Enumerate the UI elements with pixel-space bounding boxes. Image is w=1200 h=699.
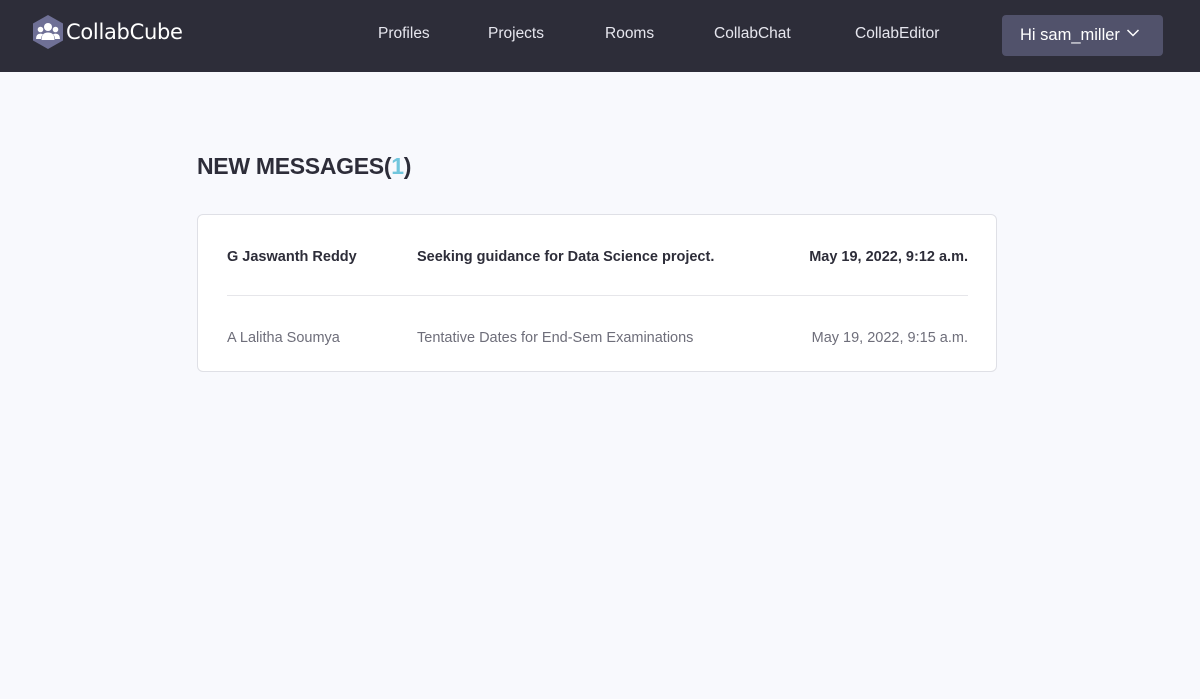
message-row-read[interactable]: A Lalitha Soumya Tentative Dates for End… (227, 296, 968, 370)
user-greeting: Hi sam_miller (1020, 26, 1120, 44)
message-date: May 19, 2022, 9:15 a.m. (811, 330, 968, 346)
messages-card: G Jaswanth Reddy Seeking guidance for Da… (197, 214, 997, 372)
chevron-down-icon (1126, 28, 1139, 37)
message-row-unread[interactable]: G Jaswanth Reddy Seeking guidance for Da… (227, 221, 968, 296)
message-sender: G Jaswanth Reddy (227, 249, 357, 265)
nav-link-collabchat[interactable]: CollabChat (714, 24, 791, 44)
nav-link-rooms[interactable]: Rooms (605, 24, 654, 44)
nav-link-profiles[interactable]: Profiles (378, 24, 430, 44)
page-title-text: NEW MESSAGES (197, 153, 384, 179)
brand-link[interactable]: CollabCube (31, 12, 183, 52)
brand-name: CollabCube (66, 20, 183, 44)
new-message-count: 1 (391, 153, 404, 179)
message-subject: Seeking guidance for Data Science projec… (417, 249, 715, 265)
message-subject: Tentative Dates for End-Sem Examinations (417, 330, 694, 346)
message-sender: A Lalitha Soumya (227, 330, 340, 346)
top-navbar: CollabCube Profiles Projects Rooms Colla… (0, 0, 1200, 72)
user-menu-button[interactable]: Hi sam_miller (1002, 15, 1163, 56)
nav-link-collabeditor[interactable]: CollabEditor (855, 24, 939, 44)
close-paren: ) (403, 153, 412, 179)
page-title: NEW MESSAGES(1) (197, 153, 411, 180)
nav-link-projects[interactable]: Projects (488, 24, 544, 44)
message-date: May 19, 2022, 9:12 a.m. (809, 249, 968, 265)
team-logo-icon (33, 15, 63, 49)
